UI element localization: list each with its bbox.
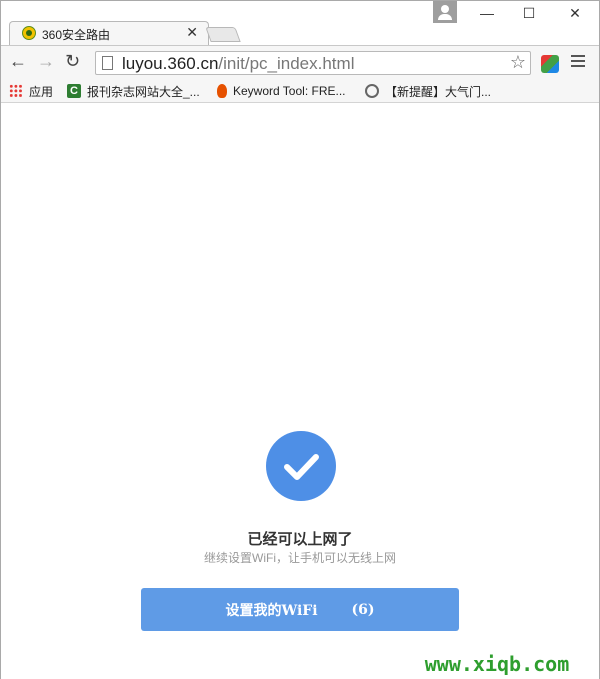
browser-window: 360安全路由 ✕ — ☐ ✕ ← → ↻ luyou.360.cn/init/…: [0, 0, 600, 679]
new-tab-button[interactable]: [205, 27, 241, 42]
tab-close-icon[interactable]: ✕: [186, 24, 198, 41]
page-icon: [102, 56, 113, 70]
page-title: 已经可以上网了: [247, 531, 353, 548]
url-path: /init/pc_index.html: [218, 54, 355, 73]
browser-toolbar: ← → ↻ luyou.360.cn/init/pc_index.html ☆: [1, 45, 599, 79]
back-arrow-icon[interactable]: ←: [9, 51, 27, 72]
tab-strip: 360安全路由 ✕ — ☐ ✕: [1, 1, 599, 45]
bookmark-label: 报刊杂志网站大全_...: [87, 84, 200, 99]
bookmark-label: Keyword Tool: FRE...: [233, 84, 346, 98]
reload-icon[interactable]: ↻: [65, 51, 80, 72]
menu-icon[interactable]: [571, 55, 585, 67]
bookmark-magazines[interactable]: C 报刊杂志网站大全_...: [67, 83, 200, 99]
window-close-button[interactable]: ✕: [565, 5, 585, 22]
wordpress-icon: [365, 84, 379, 98]
flame-icon: [217, 84, 227, 98]
page-subtitle: 继续设置WiFi，让手机可以无线上网: [204, 551, 396, 565]
setup-wifi-label: 设置我的WiFi: [225, 602, 318, 619]
bookmarks-bar: 应用 C 报刊杂志网站大全_... Keyword Tool: FRE... 【…: [1, 79, 599, 103]
address-bar[interactable]: luyou.360.cn/init/pc_index.html ☆: [95, 51, 531, 75]
setup-wifi-button[interactable]: 设置我的WiFi (6): [141, 588, 459, 631]
profile-icon[interactable]: [433, 1, 457, 23]
bookmark-forum[interactable]: 【新提醒】大气门...: [365, 83, 491, 99]
bookmark-keyword-tool[interactable]: Keyword Tool: FRE...: [217, 83, 346, 99]
success-check-icon: [266, 431, 336, 501]
minimize-button[interactable]: —: [477, 5, 497, 21]
url-host: luyou.360.cn: [122, 54, 219, 73]
watermark: www.xiqb.com: [399, 652, 595, 676]
c-site-icon: C: [67, 84, 81, 98]
apps-grid-icon: [9, 84, 23, 98]
page-content: 已经可以上网了 继续设置WiFi，让手机可以无线上网 设置我的WiFi (6) …: [1, 104, 599, 679]
countdown-label: (6): [351, 601, 375, 618]
router-favicon-icon: [22, 26, 36, 40]
url-text[interactable]: luyou.360.cn/init/pc_index.html: [122, 54, 354, 74]
tab-360-router[interactable]: 360安全路由 ✕: [9, 21, 209, 45]
bookmark-apps[interactable]: 应用: [9, 83, 53, 99]
bookmark-label: 【新提醒】大气门...: [385, 84, 492, 99]
extension-icon[interactable]: [541, 55, 559, 73]
bookmark-star-icon[interactable]: ☆: [510, 52, 526, 73]
maximize-button[interactable]: ☐: [519, 5, 539, 22]
bookmark-label: 应用: [29, 84, 54, 99]
forward-arrow-icon[interactable]: →: [37, 51, 55, 72]
tab-title: 360安全路由: [42, 28, 111, 42]
